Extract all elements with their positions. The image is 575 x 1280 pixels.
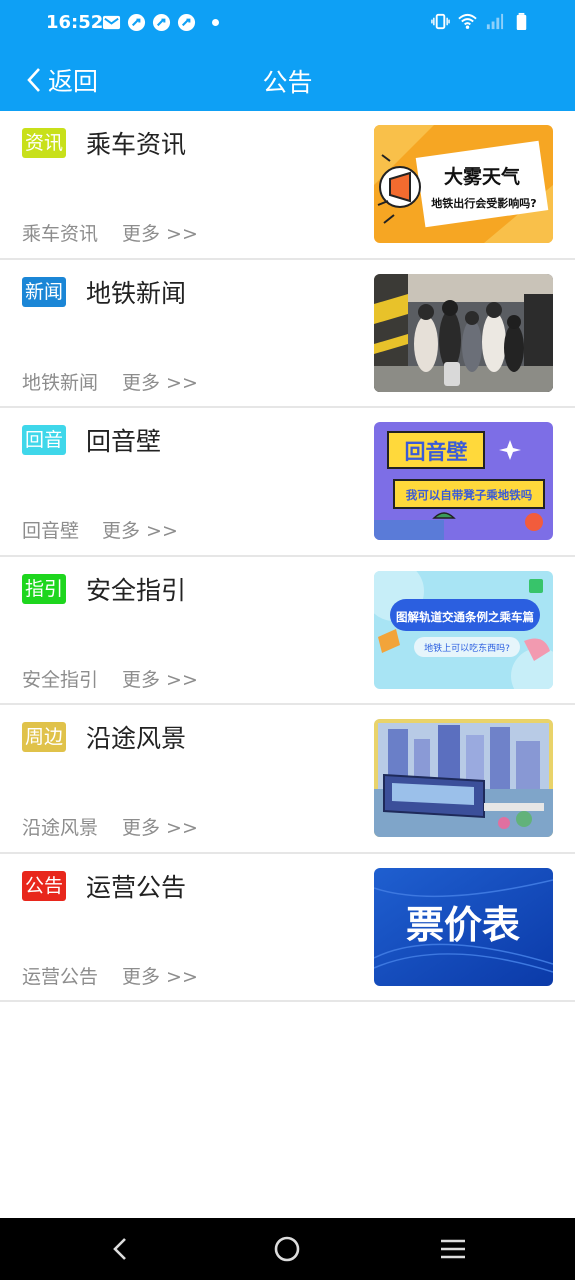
thumb-headline: 图解轨道交通条例之乘车篇 — [396, 610, 534, 624]
signal-icon — [486, 13, 504, 30]
category-tag: 资讯 — [22, 128, 67, 158]
more-link[interactable]: 更多 >> — [122, 813, 198, 840]
back-nav-icon[interactable] — [106, 1234, 136, 1264]
category-tag: 指引 — [22, 573, 67, 604]
back-label: 返回 — [48, 67, 99, 96]
item-title: 地铁新闻 — [86, 278, 187, 308]
item-subtitle: 回音壁 — [22, 520, 80, 542]
thumbnail-image[interactable]: 票价表 — [374, 867, 553, 986]
more-link[interactable]: 更多 >> — [122, 219, 198, 246]
system-icons — [431, 12, 531, 31]
thumb-headline: 回音壁 — [405, 440, 468, 464]
thumb-headline: 票价表 — [406, 902, 520, 947]
item-subtitle: 安全指引 — [22, 668, 99, 691]
item-subtitle: 地铁新闻 — [22, 371, 99, 394]
list-item-echo-wall[interactable]: 回音 回音壁 回音壁 更多 >> 回音壁 我可以自带凳子乘地铁吗 — [0, 408, 575, 557]
more-link[interactable]: 更多 >> — [102, 516, 178, 543]
thumbnail-image[interactable]: 大雾天气 地铁出行会受影响吗? — [374, 125, 553, 243]
thumb-caption: 地铁上可以吃东西吗? — [424, 642, 510, 654]
thumbnail-image[interactable]: 图解轨道交通条例之乘车篇 地铁上可以吃东西吗? — [374, 570, 553, 689]
more-link[interactable]: 更多 >> — [122, 368, 198, 395]
category-tag: 公告 — [22, 870, 67, 901]
notification-icons — [102, 13, 219, 32]
list-item-metro-news[interactable]: 新闻 地铁新闻 地铁新闻 更多 >> — [0, 260, 575, 408]
list-item-safety-guide[interactable]: 指引 安全指引 安全指引 更多 >> 图解轨道交通条例之乘车篇 地铁上可以吃东西… — [0, 557, 575, 705]
thumbnail-image[interactable] — [374, 273, 553, 392]
app-icon — [127, 13, 146, 32]
list-item-ride-info[interactable]: 资讯 乘车资讯 乘车资讯 更多 >> 大雾天气 地铁出行会受影响吗? — [0, 111, 575, 260]
notification-dot — [212, 19, 219, 26]
category-tag: 周边 — [22, 722, 67, 752]
app-icon — [152, 13, 171, 32]
item-title: 乘车资讯 — [86, 130, 187, 159]
thumbnail-image[interactable]: 回音壁 我可以自带凳子乘地铁吗 — [374, 422, 553, 540]
announcement-list: 资讯 乘车资讯 乘车资讯 更多 >> 大雾天气 地铁出行会受影响吗? 新闻 地铁… — [0, 111, 575, 1002]
thumb-caption: 我可以自带凳子乘地铁吗 — [406, 488, 533, 502]
mail-icon — [102, 15, 121, 30]
app-header: 返回 公告 — [0, 48, 575, 111]
thumb-caption: 地铁出行会受影响吗? — [431, 196, 536, 210]
status-time: 16:52 — [46, 12, 104, 33]
chevron-left-icon — [27, 68, 40, 92]
item-subtitle: 运营公告 — [22, 965, 99, 988]
item-title: 安全指引 — [86, 575, 187, 605]
thumb-headline: 大雾天气 — [444, 165, 520, 188]
battery-icon — [516, 12, 527, 31]
item-subtitle: 沿途风景 — [22, 817, 99, 839]
list-item-scenery[interactable]: 周边 沿途风景 沿途风景 更多 >> — [0, 705, 575, 854]
system-nav-bar — [0, 1218, 575, 1280]
item-title: 沿途风景 — [86, 724, 187, 753]
thumbnail-image[interactable] — [374, 719, 553, 837]
item-title: 运营公告 — [86, 872, 187, 902]
list-item-operation-notice[interactable]: 公告 运营公告 运营公告 更多 >> 票价表 — [0, 854, 575, 1002]
app-icon — [177, 13, 196, 32]
back-button[interactable]: 返回 — [26, 62, 98, 98]
item-subtitle: 乘车资讯 — [22, 223, 99, 245]
home-nav-icon[interactable] — [272, 1234, 302, 1264]
status-bar: 16:52 — [0, 0, 575, 48]
wifi-icon — [458, 13, 477, 29]
category-tag: 新闻 — [22, 276, 67, 307]
vibrate-icon — [431, 13, 450, 30]
menu-nav-icon[interactable] — [438, 1234, 468, 1264]
more-link[interactable]: 更多 >> — [122, 962, 198, 989]
item-title: 回音壁 — [86, 427, 162, 456]
category-tag: 回音 — [22, 425, 67, 455]
more-link[interactable]: 更多 >> — [122, 665, 198, 692]
